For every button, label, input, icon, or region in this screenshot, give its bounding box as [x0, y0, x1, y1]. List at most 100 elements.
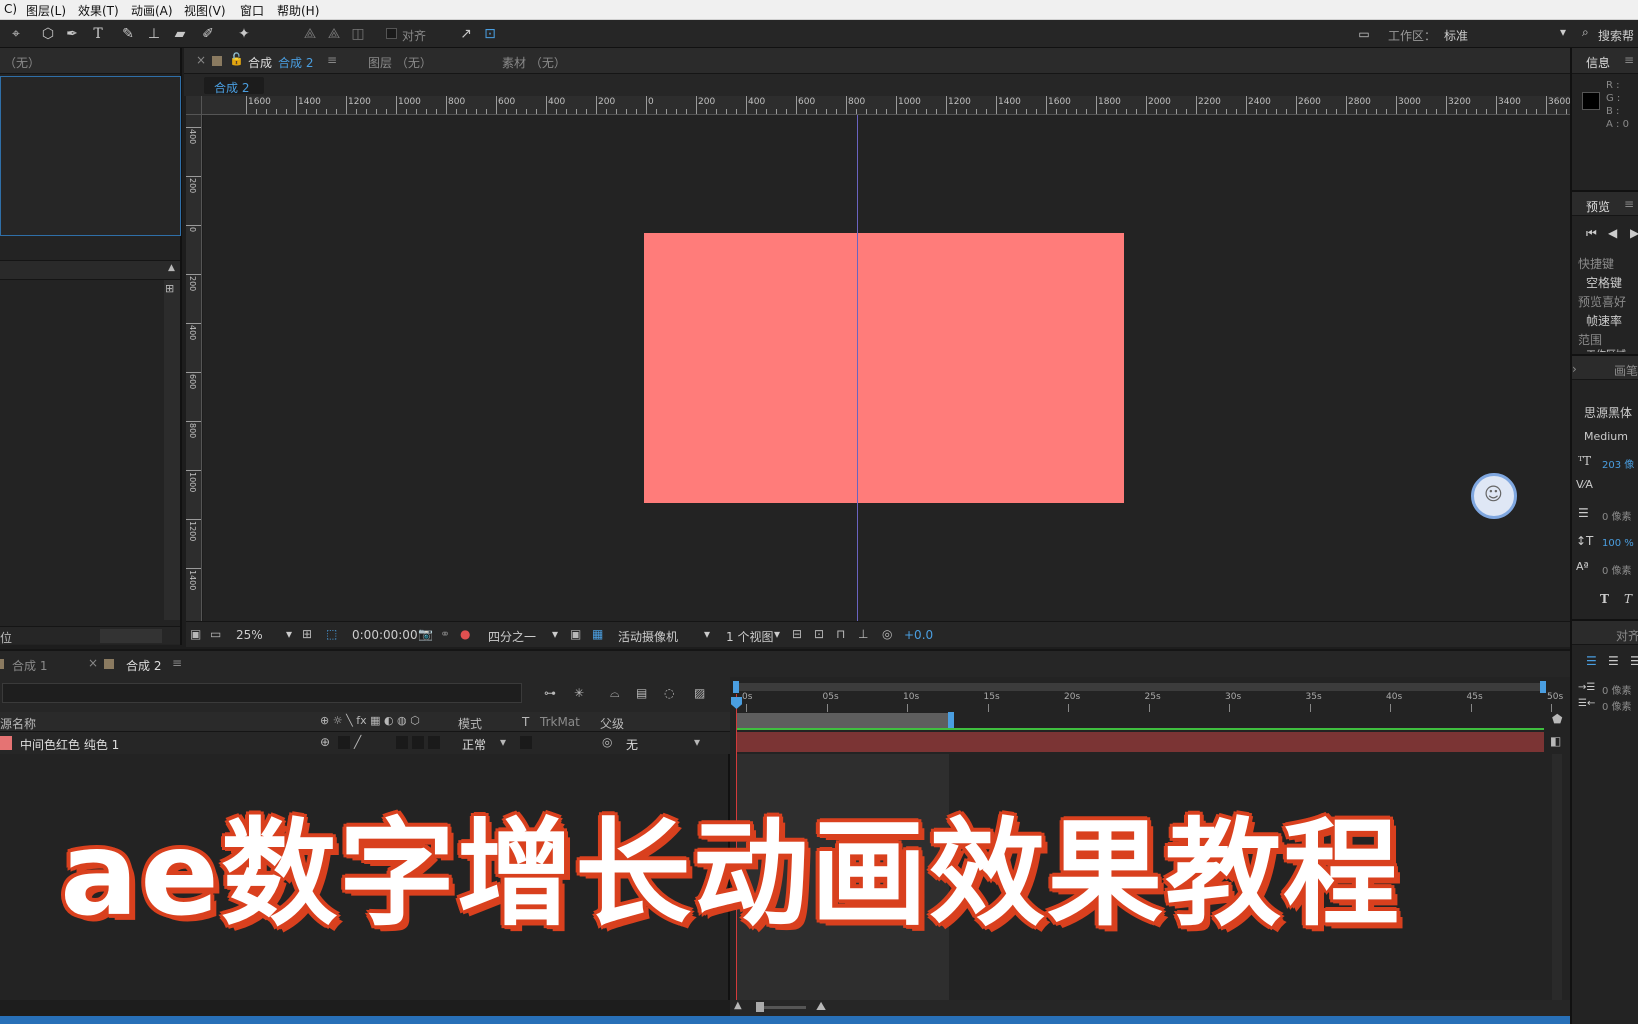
paragraph-panel-title[interactable]: 对齐 [1616, 627, 1638, 644]
collapse-switch[interactable] [338, 736, 350, 749]
camera-select[interactable]: 活动摄像机 [618, 628, 678, 645]
shortcut-value[interactable]: 空格键 [1586, 274, 1622, 291]
menu-item-composition[interactable]: C) [4, 2, 17, 16]
frame-blending-icon[interactable]: ▤ [636, 686, 647, 700]
column-mode[interactable]: 模式 [458, 715, 482, 732]
menu-item-help[interactable]: 帮助(H) [277, 2, 319, 19]
preview-panel-title[interactable]: 预览 [1586, 198, 1610, 215]
pen-tool-icon[interactable]: ✒ [62, 24, 82, 44]
show-snapshot-icon[interactable]: ⚭ [440, 627, 450, 641]
breadcrumb[interactable]: 合成 2 [214, 79, 249, 96]
axis-view-icon[interactable]: ◫ [348, 24, 368, 44]
workspace-select[interactable]: 标准 [1444, 27, 1468, 44]
eraser-tool-icon[interactable]: ▰ [170, 24, 190, 44]
fps-label[interactable]: 帧速率 [1586, 312, 1622, 329]
brush-tool-icon[interactable]: ✎ [118, 24, 138, 44]
timeline-vertical-scrollbar[interactable] [1552, 754, 1562, 1000]
menu-item-animation[interactable]: 动画(A) [131, 2, 173, 19]
faux-italic-icon[interactable]: T [1624, 592, 1632, 606]
range-value[interactable]: 工作区域 [1586, 346, 1626, 352]
zoom-slider-thumb[interactable] [756, 1002, 764, 1012]
comp-marker-icon[interactable]: ⬟ [1552, 712, 1562, 726]
composition-viewer[interactable]: ☺ [203, 115, 1570, 621]
assistant-avatar[interactable]: ☺ [1471, 473, 1517, 519]
axis-world-icon[interactable]: ⟁ [324, 24, 344, 44]
time-ruler[interactable]: 0s 05s 10s 15s 20s 25s 30s 35s 40s 45s 50s [730, 692, 1563, 712]
comp-flowchart-icon[interactable]: ⊶ [544, 686, 556, 700]
vertical-guide[interactable] [857, 115, 858, 621]
work-area-bar[interactable] [737, 713, 952, 729]
snap-target-icon[interactable]: ⊡ [480, 24, 500, 44]
vertical-scale-value[interactable]: 100 % [1602, 538, 1634, 549]
exposure-value[interactable]: +0.0 [904, 628, 933, 642]
menu-item-window[interactable]: 窗口 [240, 2, 264, 19]
fast-preview-icon[interactable]: ⊡ [814, 627, 824, 641]
menu-item-effect[interactable]: 效果(T) [78, 2, 119, 19]
snap-icon[interactable]: ↗ [456, 24, 476, 44]
first-frame-icon[interactable]: ⏮ [1586, 226, 1597, 241]
project-footer-scroll[interactable] [100, 629, 162, 643]
character-panel-title[interactable]: 画笔 [1614, 362, 1638, 379]
column-trkmat[interactable]: TrkMat [540, 715, 580, 729]
roto-brush-tool-icon[interactable]: ✐ [198, 24, 218, 44]
camera-dropdown-icon[interactable]: ▾ [704, 627, 710, 641]
column-parent[interactable]: 父级 [600, 715, 624, 732]
faux-bold-icon[interactable]: T [1600, 592, 1609, 606]
layer-row[interactable]: 中间色红色 纯色 1 ⊕ ╱ 正常 ▾ ◎ 无 ▾ [0, 732, 730, 754]
fit-frame-icon[interactable]: ⊞ [302, 627, 312, 641]
red-solid-layer[interactable] [644, 233, 1124, 503]
layer-mode-select[interactable]: 正常 [462, 736, 486, 753]
layer-search-input[interactable] [2, 683, 522, 703]
mode-dropdown-icon[interactable]: ▾ [500, 735, 506, 749]
indent-left-value[interactable]: 0 像素 [1602, 682, 1632, 697]
flowchart-icon[interactable]: ⊥ [858, 627, 868, 641]
comp-tab-name[interactable]: 合成 2 [278, 54, 313, 71]
parent-select[interactable]: 无 [626, 736, 638, 753]
preview-toggle-icon[interactable]: ▣ [190, 627, 201, 641]
3d-switch[interactable] [428, 736, 440, 749]
menu-item-layer[interactable]: 图层(L) [26, 2, 66, 19]
channel-icon[interactable]: ● [460, 627, 470, 641]
align-right-icon[interactable]: ☰ [1630, 654, 1638, 668]
motion-blur-icon[interactable]: ◌ [664, 686, 674, 700]
prev-frame-icon[interactable]: ◀ [1608, 226, 1617, 240]
hierarchy-icon[interactable]: ⊞ [165, 282, 174, 295]
close-tab-icon[interactable]: × [196, 53, 206, 67]
shy-switch-icon[interactable]: ⊕ [320, 735, 330, 749]
search-icon[interactable]: ⌕ [1582, 25, 1589, 40]
current-timecode[interactable]: 0:00:00:00 [352, 628, 418, 642]
lock-icon[interactable]: 🔓 [229, 52, 244, 66]
axis-local-icon[interactable]: ⟁ [300, 24, 320, 44]
work-area-end-handle[interactable] [948, 712, 954, 728]
font-style-select[interactable]: Medium [1584, 430, 1628, 443]
draft-3d-icon[interactable]: ✳ [574, 686, 584, 700]
resolution-dropdown-icon[interactable]: ▾ [552, 627, 558, 641]
monitor-icon[interactable]: ▭ [210, 627, 221, 641]
search-help-label[interactable]: 搜索帮 [1598, 27, 1634, 44]
ruler-origin[interactable] [186, 96, 202, 115]
font-family-select[interactable]: 思源黑体 [1584, 404, 1632, 421]
tab-menu-icon[interactable]: ≡ [172, 656, 182, 670]
snapshot-icon[interactable]: 📷 [418, 627, 433, 641]
resolution-select[interactable]: 四分之一 [488, 628, 536, 645]
views-dropdown-icon[interactable]: ▾ [774, 627, 780, 641]
zoom-in-icon[interactable]: ⛰ [816, 999, 826, 1014]
zoom-dropdown-icon[interactable]: ▾ [286, 627, 292, 641]
project-list[interactable] [0, 280, 164, 620]
trkmat-switch[interactable] [520, 736, 532, 749]
preview-menu-icon[interactable]: ≡ [1624, 197, 1634, 211]
layer-name[interactable]: 中间色红色 纯色 1 [20, 736, 119, 753]
tab-comp-2[interactable]: 合成 2 [126, 657, 161, 674]
region-of-interest-icon[interactable]: ▣ [570, 627, 581, 641]
vertical-ruler[interactable]: 400 200 0 200 400 600 800 1000 1200 1400 [186, 115, 202, 621]
footage-tab[interactable]: 素材 （无） [502, 54, 566, 71]
zoom-select[interactable]: 25% [236, 628, 263, 642]
mask-path-icon[interactable]: ⬚ [326, 627, 337, 641]
shape-tool-icon[interactable]: ⬡ [38, 24, 58, 44]
puppet-pin-tool-icon[interactable]: ✦ [234, 24, 254, 44]
views-select[interactable]: 1 个视图 [726, 628, 773, 645]
clone-stamp-tool-icon[interactable]: ⊥ [144, 24, 164, 44]
play-icon[interactable]: ▶ [1630, 226, 1638, 240]
project-scrollbar[interactable] [164, 280, 180, 620]
info-menu-icon[interactable]: ≡ [1624, 53, 1634, 67]
